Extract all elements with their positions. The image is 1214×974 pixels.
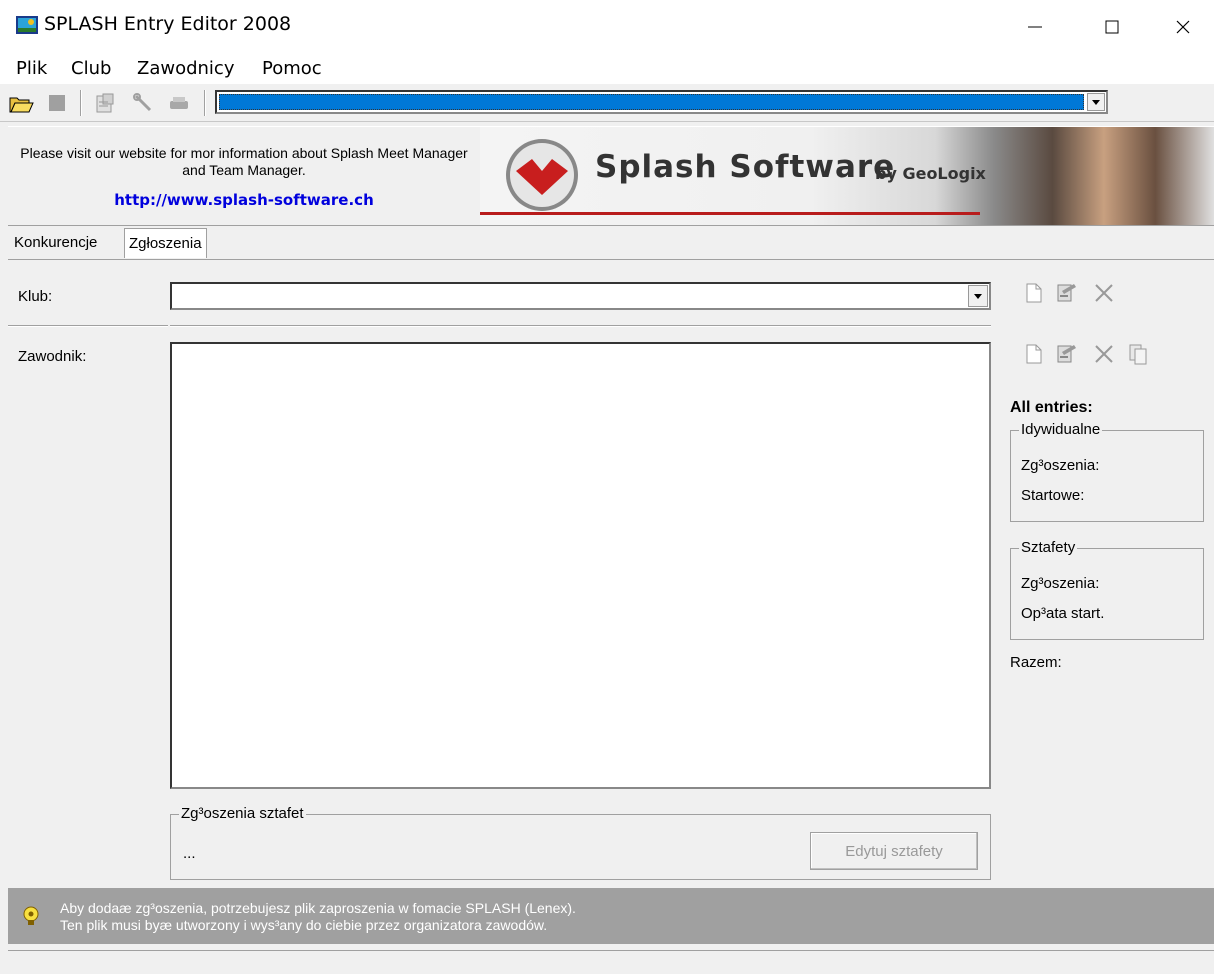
banner-stripe: [480, 212, 980, 215]
copy-icon: [1129, 344, 1147, 365]
new-athlete-button[interactable]: [1020, 340, 1048, 368]
relay-entries-label: Zg³oszenia:: [1021, 575, 1100, 592]
edit-document-icon: [1057, 345, 1076, 363]
relay-entries-legend: Zg³oszenia sztafet: [179, 805, 306, 822]
menu-club[interactable]: Club: [71, 58, 111, 79]
klub-dropdown[interactable]: [170, 282, 991, 310]
status-bar: [8, 950, 1214, 974]
stop-button[interactable]: [44, 90, 70, 116]
edit-relays-button[interactable]: Edytuj sztafety: [810, 832, 978, 870]
relay-stats-group: Sztafety Zg³oszenia: Op³ata start.: [1010, 539, 1204, 640]
splash-banner-image[interactable]: Splash Software by GeoLogix: [480, 127, 1214, 225]
properties-icon: [96, 93, 114, 113]
toolbar: [0, 84, 1214, 122]
print-button[interactable]: [166, 90, 192, 116]
advert-banner: Please visit our website for mor informa…: [8, 126, 1214, 226]
menu-pomoc[interactable]: Pomoc: [262, 58, 322, 79]
relay-entries-value: ...: [183, 845, 196, 862]
printer-icon: [170, 97, 188, 109]
splash-logo-icon: [506, 139, 578, 211]
new-document-icon: [1026, 344, 1042, 364]
delete-club-button[interactable]: [1090, 279, 1118, 307]
banner-brand: Splash Software: [595, 149, 896, 185]
menu-plik[interactable]: Plik: [16, 58, 47, 79]
minimize-button[interactable]: [1000, 0, 1070, 54]
new-document-icon: [1026, 283, 1042, 303]
folder-open-icon: [9, 97, 34, 113]
chevron-down-icon[interactable]: [968, 285, 988, 307]
meet-selector-value: [219, 94, 1084, 110]
meet-selector[interactable]: [215, 90, 1108, 114]
banner-by: by GeoLogix: [875, 164, 986, 183]
hint-text: Aby dodaæ zg³oszenia, potrzebujesz plik …: [60, 900, 576, 934]
individual-starts-label: Startowe:: [1021, 487, 1085, 504]
delete-athlete-button[interactable]: [1090, 340, 1118, 368]
divider: [170, 325, 991, 327]
lightbulb-icon: [23, 906, 39, 925]
athlete-list[interactable]: [170, 342, 991, 789]
copy-athlete-button[interactable]: [1124, 340, 1152, 368]
edit-club-button[interactable]: [1052, 279, 1080, 307]
klub-label: Klub:: [18, 288, 53, 305]
edit-athlete-button[interactable]: [1052, 340, 1080, 368]
menu-zawodnicy[interactable]: Zawodnicy: [137, 58, 234, 79]
window-title: SPLASH Entry Editor 2008: [44, 13, 292, 35]
close-icon: [1176, 20, 1190, 34]
chevron-down-icon[interactable]: [1087, 93, 1105, 111]
new-club-button[interactable]: [1020, 279, 1048, 307]
toolbar-separator: [80, 90, 82, 116]
edit-document-icon: [1057, 284, 1076, 302]
maximize-icon: [1105, 20, 1119, 34]
maximize-button[interactable]: [1077, 0, 1147, 54]
menu-bar: Plik Club Zawodnicy Pomoc: [0, 54, 1214, 84]
tab-konkurencje[interactable]: Konkurencje: [10, 228, 101, 258]
open-button[interactable]: [8, 90, 34, 116]
tab-zgloszenia[interactable]: Zgłoszenia: [124, 228, 207, 258]
delete-icon: [1095, 345, 1113, 363]
zawodnik-label: Zawodnik:: [18, 348, 87, 365]
divider: [8, 325, 168, 327]
individual-group: Idywidualne Zg³oszenia: Startowe:: [1010, 421, 1204, 522]
all-entries-title: All entries:: [1010, 399, 1093, 416]
individual-legend: Idywidualne: [1019, 421, 1103, 438]
properties-button[interactable]: [92, 90, 118, 116]
hint-line-1: Aby dodaæ zg³oszenia, potrzebujesz plik …: [60, 900, 576, 916]
tools-button[interactable]: [130, 90, 156, 116]
minimize-icon: [1028, 26, 1042, 28]
hint-line-2: Ten plik musi byæ utworzony i wys³any do…: [60, 917, 548, 933]
title-bar: SPLASH Entry Editor 2008: [0, 0, 1214, 54]
total-label: Razem:: [1010, 654, 1062, 671]
stop-icon: [49, 95, 65, 111]
delete-icon: [1095, 284, 1113, 302]
toolbar-separator: [204, 90, 206, 116]
close-button[interactable]: [1148, 0, 1214, 54]
banner-text: Please visit our website for mor informa…: [20, 145, 468, 178]
website-link[interactable]: http://www.splash-software.ch: [8, 191, 480, 209]
wrench-icon: [133, 93, 152, 112]
relay-fee-label: Op³ata start.: [1021, 605, 1105, 622]
app-icon: [16, 16, 38, 34]
relay-stats-legend: Sztafety: [1019, 539, 1078, 556]
hint-bar: Aby dodaæ zg³oszenia, potrzebujesz plik …: [8, 888, 1214, 944]
individual-entries-label: Zg³oszenia:: [1021, 457, 1100, 474]
tab-divider: [8, 259, 1214, 260]
